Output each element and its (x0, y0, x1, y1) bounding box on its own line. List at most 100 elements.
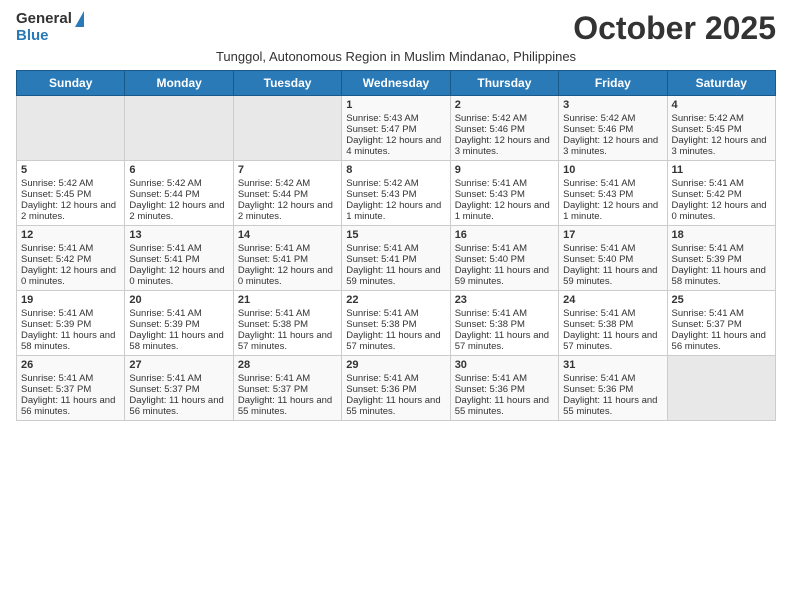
calendar-cell: 19Sunrise: 5:41 AMSunset: 5:39 PMDayligh… (17, 291, 125, 356)
sunset-text: Sunset: 5:46 PM (455, 124, 554, 135)
calendar-header-saturday: Saturday (667, 71, 775, 96)
calendar-header-friday: Friday (559, 71, 667, 96)
calendar-cell: 22Sunrise: 5:41 AMSunset: 5:38 PMDayligh… (342, 291, 450, 356)
day-number: 11 (672, 164, 771, 176)
calendar-cell: 2 Sunrise: 5:42 AMSunset: 5:46 PMDaylight… (450, 96, 558, 161)
day-number: 25 (672, 294, 771, 306)
day-cell-content: 13Sunrise: 5:41 AMSunset: 5:41 PMDayligh… (129, 229, 228, 287)
day-cell-content: 22Sunrise: 5:41 AMSunset: 5:38 PMDayligh… (346, 294, 445, 352)
calendar-header-monday: Monday (125, 71, 233, 96)
sunset-text: Sunset: 5:37 PM (21, 384, 120, 395)
sunrise-text: Sunrise: 5:42 AM (455, 113, 554, 124)
calendar-cell: 28Sunrise: 5:41 AMSunset: 5:37 PMDayligh… (233, 356, 341, 421)
day-number: 18 (672, 229, 771, 241)
calendar-header-wednesday: Wednesday (342, 71, 450, 96)
day-number: 2 (455, 99, 554, 111)
day-number: 26 (21, 359, 120, 371)
daylight-text: Daylight: 11 hours and 58 minutes. (672, 265, 771, 287)
day-number: 30 (455, 359, 554, 371)
sunrise-text: Sunrise: 5:41 AM (238, 243, 337, 254)
daylight-text: Daylight: 11 hours and 56 minutes. (672, 330, 771, 352)
calendar-cell: 29Sunrise: 5:41 AMSunset: 5:36 PMDayligh… (342, 356, 450, 421)
sunrise-text: Sunrise: 5:41 AM (563, 373, 662, 384)
sunrise-text: Sunrise: 5:41 AM (129, 373, 228, 384)
daylight-text: Daylight: 12 hours and 2 minutes. (238, 200, 337, 222)
daylight-text: Daylight: 12 hours and 1 minute. (455, 200, 554, 222)
sunrise-text: Sunrise: 5:41 AM (238, 373, 337, 384)
day-number: 6 (129, 164, 228, 176)
sunrise-text: Sunrise: 5:41 AM (672, 243, 771, 254)
logo-triangle (75, 11, 84, 27)
calendar-cell: 8Sunrise: 5:42 AMSunset: 5:43 PMDaylight… (342, 161, 450, 226)
calendar-cell: 7Sunrise: 5:42 AMSunset: 5:44 PMDaylight… (233, 161, 341, 226)
calendar-cell: 10Sunrise: 5:41 AMSunset: 5:43 PMDayligh… (559, 161, 667, 226)
sunset-text: Sunset: 5:44 PM (238, 189, 337, 200)
day-number: 13 (129, 229, 228, 241)
day-number: 23 (455, 294, 554, 306)
calendar-cell: 27Sunrise: 5:41 AMSunset: 5:37 PMDayligh… (125, 356, 233, 421)
sunset-text: Sunset: 5:39 PM (21, 319, 120, 330)
calendar-header-thursday: Thursday (450, 71, 558, 96)
day-number: 9 (455, 164, 554, 176)
sunset-text: Sunset: 5:38 PM (346, 319, 445, 330)
day-number: 15 (346, 229, 445, 241)
logo: General Blue (16, 10, 84, 44)
sunrise-text: Sunrise: 5:41 AM (129, 243, 228, 254)
header: General Blue October 2025 (16, 10, 776, 47)
sunset-text: Sunset: 5:42 PM (672, 189, 771, 200)
sunrise-text: Sunrise: 5:42 AM (672, 113, 771, 124)
sunrise-text: Sunrise: 5:41 AM (129, 308, 228, 319)
calendar-cell: 1Sunrise: 5:43 AMSunset: 5:47 PMDaylight… (342, 96, 450, 161)
sunset-text: Sunset: 5:46 PM (563, 124, 662, 135)
sunrise-text: Sunrise: 5:41 AM (455, 308, 554, 319)
day-number: 1 (346, 99, 445, 111)
daylight-text: Daylight: 12 hours and 3 minutes. (455, 135, 554, 157)
sunset-text: Sunset: 5:43 PM (346, 189, 445, 200)
calendar-cell: 17Sunrise: 5:41 AMSunset: 5:40 PMDayligh… (559, 226, 667, 291)
calendar-cell (667, 356, 775, 421)
day-number: 4 (672, 99, 771, 111)
sunrise-text: Sunrise: 5:42 AM (129, 178, 228, 189)
calendar-week-row: 12Sunrise: 5:41 AMSunset: 5:42 PMDayligh… (17, 226, 776, 291)
sunset-text: Sunset: 5:39 PM (672, 254, 771, 265)
calendar-cell: 9Sunrise: 5:41 AMSunset: 5:43 PMDaylight… (450, 161, 558, 226)
calendar-cell: 13Sunrise: 5:41 AMSunset: 5:41 PMDayligh… (125, 226, 233, 291)
day-cell-content: 17Sunrise: 5:41 AMSunset: 5:40 PMDayligh… (563, 229, 662, 287)
calendar-cell: 4Sunrise: 5:42 AMSunset: 5:45 PMDaylight… (667, 96, 775, 161)
calendar-cell: 23Sunrise: 5:41 AMSunset: 5:38 PMDayligh… (450, 291, 558, 356)
day-cell-content: 23Sunrise: 5:41 AMSunset: 5:38 PMDayligh… (455, 294, 554, 352)
calendar-cell: 6Sunrise: 5:42 AMSunset: 5:44 PMDaylight… (125, 161, 233, 226)
sunrise-text: Sunrise: 5:41 AM (563, 178, 662, 189)
calendar-cell (17, 96, 125, 161)
daylight-text: Daylight: 11 hours and 55 minutes. (455, 395, 554, 417)
daylight-text: Daylight: 11 hours and 57 minutes. (563, 330, 662, 352)
sunrise-text: Sunrise: 5:41 AM (346, 243, 445, 254)
day-cell-content: 7Sunrise: 5:42 AMSunset: 5:44 PMDaylight… (238, 164, 337, 222)
calendar-header-sunday: Sunday (17, 71, 125, 96)
calendar-cell: 31Sunrise: 5:41 AMSunset: 5:36 PMDayligh… (559, 356, 667, 421)
sunrise-text: Sunrise: 5:41 AM (346, 308, 445, 319)
sunset-text: Sunset: 5:40 PM (455, 254, 554, 265)
day-cell-content: 3Sunrise: 5:42 AMSunset: 5:46 PMDaylight… (563, 99, 662, 157)
day-cell-content: 16Sunrise: 5:41 AMSunset: 5:40 PMDayligh… (455, 229, 554, 287)
calendar-header-row: SundayMondayTuesdayWednesdayThursdayFrid… (17, 71, 776, 96)
day-cell-content: 18 Sunrise: 5:41 AMSunset: 5:39 PMDayligh… (672, 229, 771, 287)
daylight-text: Daylight: 11 hours and 57 minutes. (346, 330, 445, 352)
calendar-cell: 15Sunrise: 5:41 AMSunset: 5:41 PMDayligh… (342, 226, 450, 291)
daylight-text: Daylight: 11 hours and 56 minutes. (21, 395, 120, 417)
day-cell-content: 26Sunrise: 5:41 AMSunset: 5:37 PMDayligh… (21, 359, 120, 417)
sunset-text: Sunset: 5:37 PM (238, 384, 337, 395)
sunset-text: Sunset: 5:45 PM (21, 189, 120, 200)
sunset-text: Sunset: 5:36 PM (455, 384, 554, 395)
sunrise-text: Sunrise: 5:41 AM (455, 373, 554, 384)
sunrise-text: Sunrise: 5:41 AM (455, 243, 554, 254)
daylight-text: Daylight: 12 hours and 1 minute. (563, 200, 662, 222)
day-number: 19 (21, 294, 120, 306)
sunset-text: Sunset: 5:47 PM (346, 124, 445, 135)
sunset-text: Sunset: 5:38 PM (238, 319, 337, 330)
day-number: 3 (563, 99, 662, 111)
daylight-text: Daylight: 11 hours and 59 minutes. (455, 265, 554, 287)
day-number: 28 (238, 359, 337, 371)
daylight-text: Daylight: 11 hours and 58 minutes. (21, 330, 120, 352)
daylight-text: Daylight: 11 hours and 57 minutes. (455, 330, 554, 352)
